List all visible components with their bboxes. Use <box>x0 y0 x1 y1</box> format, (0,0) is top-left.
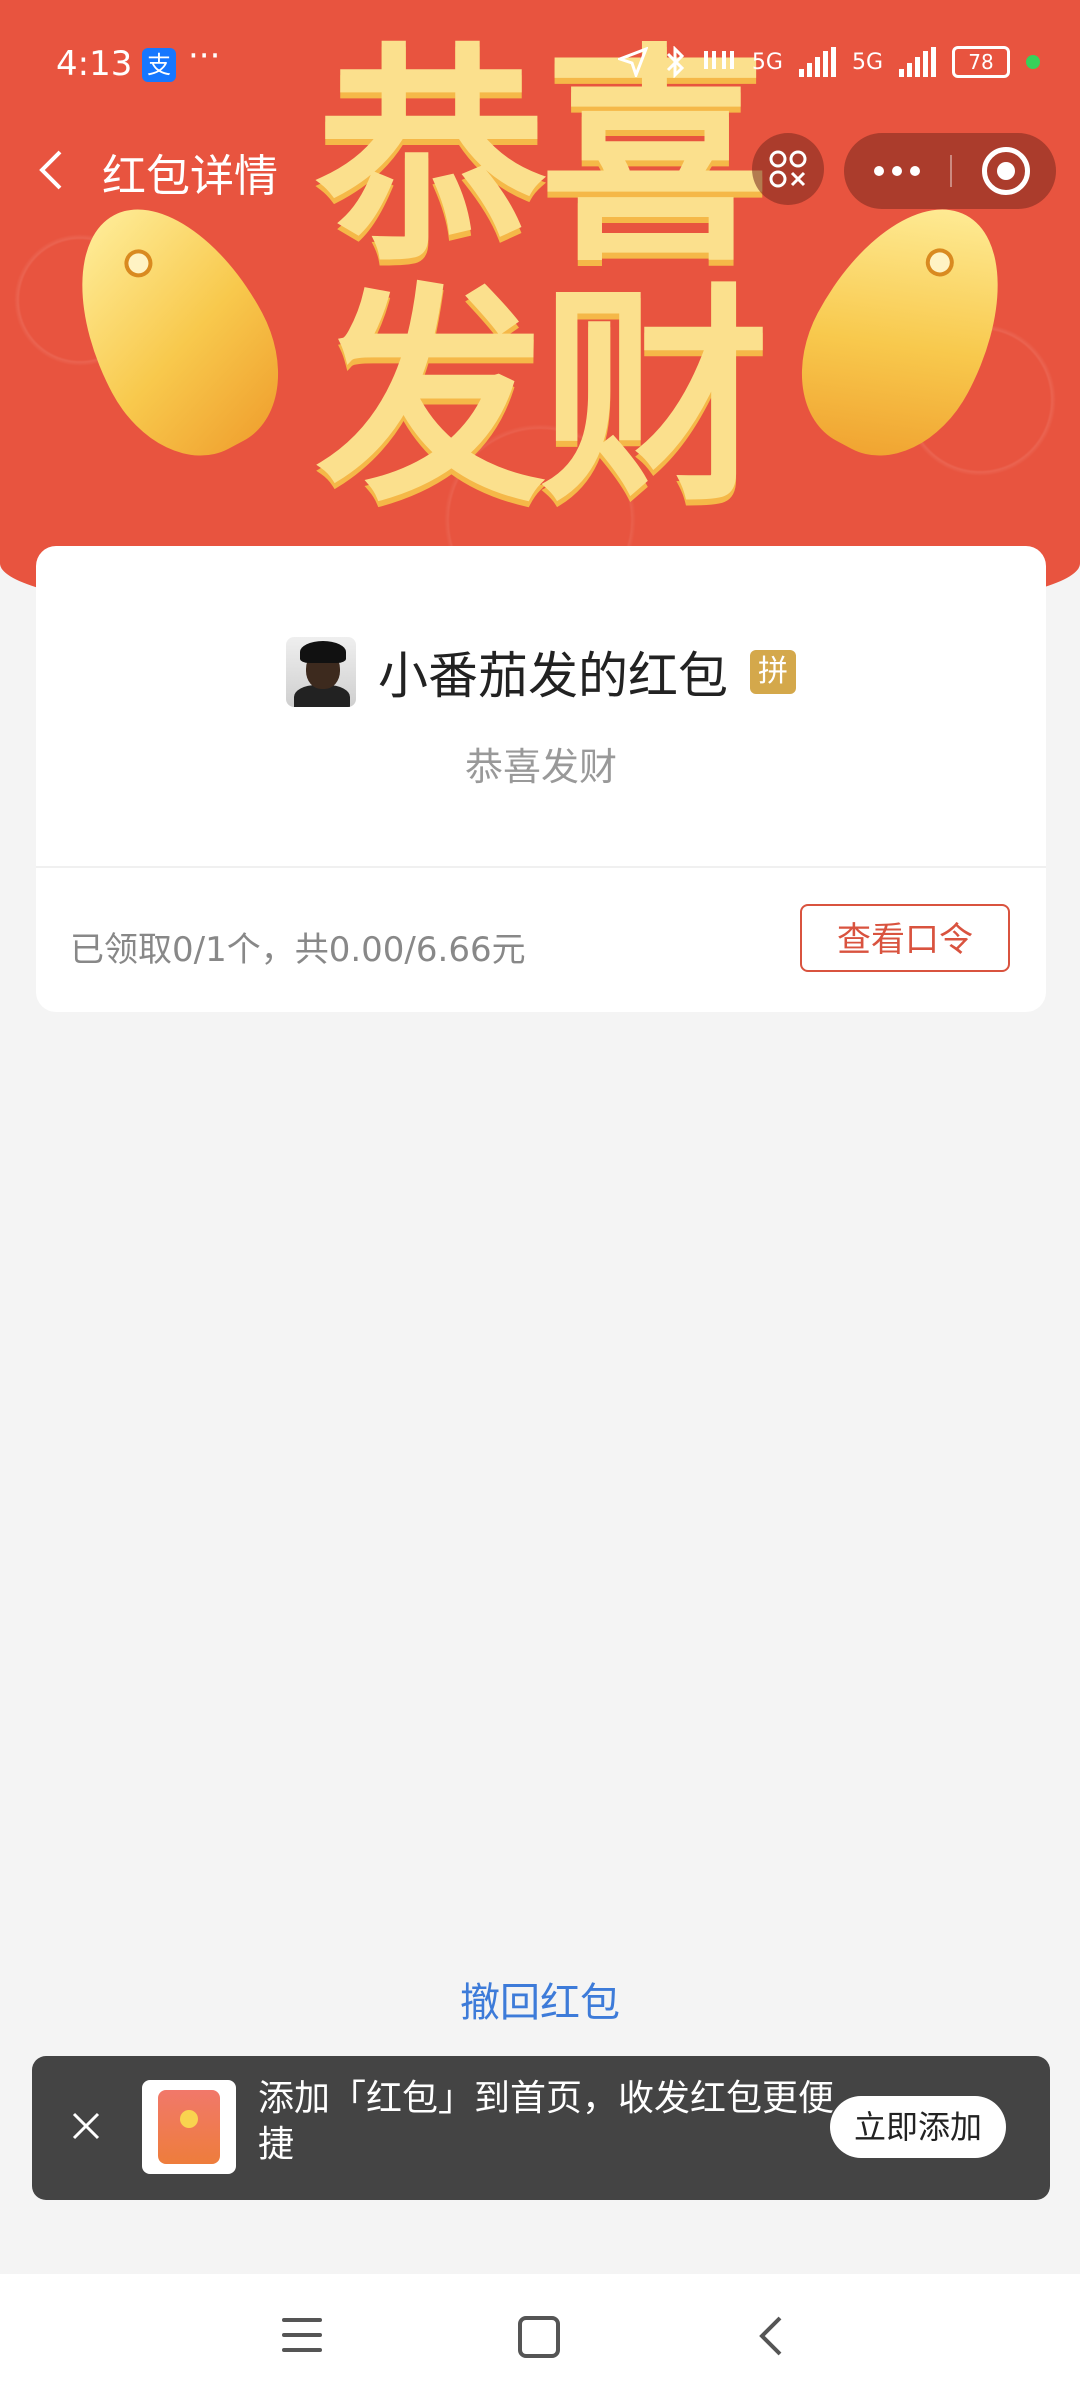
status-icons: 5G 5G 78 <box>617 46 1040 78</box>
status-time: 4:13 <box>56 44 133 84</box>
divider <box>36 866 1046 868</box>
back-icon[interactable] <box>752 2314 792 2358</box>
red-packet-card: 小番茄发的红包 拼 恭喜发财 已领取0/1个，共0.00/6.66元 查看口令 <box>36 546 1046 1012</box>
battery-icon: 78 <box>952 46 1010 78</box>
location-icon <box>617 47 648 77</box>
group-badge: 拼 <box>750 650 796 694</box>
earbuds-icon <box>703 51 734 69</box>
add-now-button[interactable]: 立即添加 <box>830 2096 1006 2158</box>
more-notifications-icon: ··· <box>188 36 221 76</box>
system-navigation-bar <box>0 2274 1080 2400</box>
scan-button[interactable] <box>752 133 824 205</box>
page-title: 红包详情 <box>102 151 278 202</box>
bluetooth-icon <box>666 46 685 78</box>
signal-icon <box>899 47 936 77</box>
received-summary: 已领取0/1个，共0.00/6.66元 <box>70 930 526 970</box>
privacy-indicator-dot <box>1026 55 1040 69</box>
back-arrow-icon[interactable] <box>30 148 74 192</box>
status-bar: 4:13 支 ··· 5G 5G 78 <box>0 0 1080 130</box>
scan-icon <box>769 150 807 188</box>
recent-apps-icon[interactable] <box>282 2318 322 2352</box>
close-mini-program-icon[interactable] <box>982 147 1030 195</box>
add-to-home-toast: 添加「红包」到首页，收发红包更便捷 立即添加 <box>32 2056 1050 2200</box>
mini-program-capsule <box>844 133 1056 209</box>
view-code-button[interactable]: 查看口令 <box>800 904 1010 972</box>
sender-row: 小番茄发的红包 拼 <box>36 636 1046 708</box>
card-header: 小番茄发的红包 拼 恭喜发财 <box>36 546 1046 866</box>
toast-message: 添加「红包」到首页，收发红包更便捷 <box>258 2078 835 2165</box>
banner-line-2: 发财 <box>315 266 770 533</box>
more-options-button[interactable] <box>844 133 950 209</box>
network-5g-label: 5G <box>851 49 883 75</box>
sender-title: 小番茄发的红包 <box>378 647 728 705</box>
close-icon[interactable] <box>66 2106 106 2146</box>
avatar <box>286 637 356 707</box>
home-icon[interactable] <box>518 2316 560 2358</box>
recall-red-packet-link[interactable]: 撤回红包 <box>0 1970 1080 2028</box>
alipay-notification-icon: 支 <box>142 48 176 82</box>
red-packet-app-icon <box>142 2080 236 2174</box>
network-5g-label: 5G <box>751 49 783 75</box>
signal-icon <box>798 47 836 77</box>
greeting-text: 恭喜发财 <box>464 745 617 789</box>
